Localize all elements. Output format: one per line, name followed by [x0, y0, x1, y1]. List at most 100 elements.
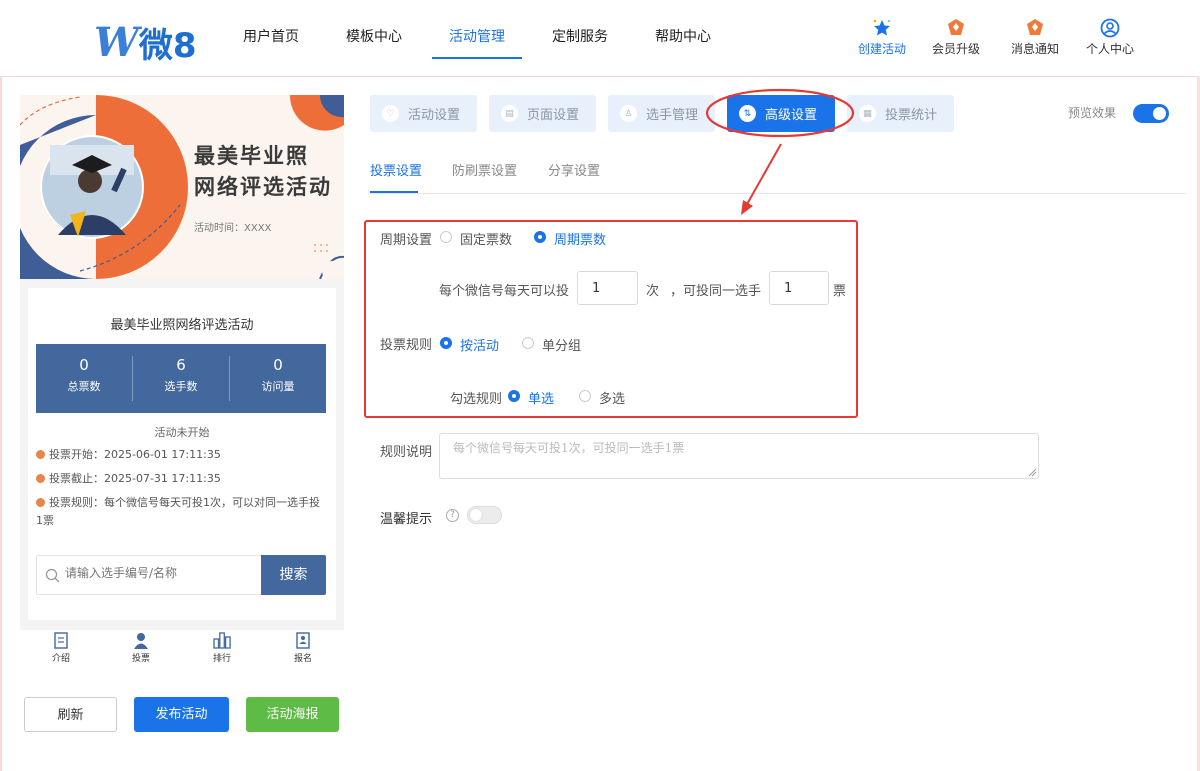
vip-upgrade-button[interactable]: 会员升级 [921, 18, 991, 57]
vote-end-text: 投票截止：2025-07-31 17:11:35 [49, 472, 221, 485]
rule-description-label: 规则说明 [380, 445, 433, 460]
vote-rule-text: 投票规则：每个微信号每天可投1次，可以对同一选手投1票 [36, 496, 320, 527]
tab-label: 活动设置 [408, 108, 461, 123]
tip-toggle[interactable] [467, 506, 502, 524]
profile-button[interactable]: 个人中心 [1075, 18, 1145, 57]
stats-icon: ▦ [859, 105, 876, 122]
tabbar-vote[interactable]: 投票 [121, 632, 161, 664]
page-icon: ▤ [501, 105, 518, 122]
tab-vote-statistics[interactable]: ▦ 投票统计 [847, 95, 954, 132]
document-icon [54, 632, 68, 649]
tabbar-intro-label: 介绍 [51, 654, 70, 664]
help-question-icon[interactable]: ? [446, 509, 459, 522]
stat-value: 6 [176, 356, 186, 374]
nav-activity-management[interactable]: 活动管理 [449, 26, 505, 46]
tab-label: 页面设置 [527, 108, 580, 123]
create-activity-button[interactable]: 创建活动 [847, 18, 917, 57]
banner-title-line2: 网络评选活动 [194, 175, 332, 199]
preview-toggle-label: 预览效果 [1068, 106, 1117, 120]
bullet-dot [36, 450, 45, 459]
tab-advanced-settings[interactable]: ⇅ 高级设置 [727, 95, 835, 132]
preview-banner: 最美毕业照 网络评选活动 活动时间：XXXX [20, 95, 344, 279]
top-header: W 微8 用户首页 模板中心 活动管理 定制服务 帮助中心 创建活动 会员升级 … [0, 0, 1200, 76]
resize-handle-icon[interactable] [1028, 468, 1037, 477]
star-sparkle-icon [873, 19, 890, 36]
stats-panel: 0 总票数 6 选手数 0 访问量 [36, 344, 326, 413]
activity-poster-button[interactable]: 活动海报 [246, 697, 339, 732]
tab-page-settings[interactable]: ▤ 页面设置 [489, 95, 596, 132]
person-icon [134, 633, 148, 649]
stat-total-votes: 0 总票数 [36, 356, 133, 401]
nav-help[interactable]: 帮助中心 [655, 26, 711, 46]
logo-w-mark: W [94, 19, 139, 66]
tip-label: 温馨提示 [380, 512, 433, 527]
search-button[interactable]: 搜索 [261, 555, 326, 595]
banner-title: 最美毕业照 网络评选活动 [194, 141, 332, 203]
bullet-dot [36, 498, 45, 507]
logo-text: 微8 [138, 26, 197, 66]
stat-visits: 0 访问量 [230, 356, 326, 401]
preview-toggle[interactable] [1133, 104, 1169, 123]
vip-badge-icon [948, 19, 964, 35]
subtab-divider [370, 193, 1186, 194]
search-input[interactable] [65, 566, 255, 580]
refresh-button[interactable]: 刷新 [24, 697, 117, 732]
header-divider [0, 76, 1200, 77]
nav-custom-service[interactable]: 定制服务 [552, 26, 608, 46]
stat-label: 选手数 [164, 380, 198, 393]
tab-label: 高级设置 [765, 108, 818, 123]
annotation-arrow-line [745, 143, 782, 207]
activity-status: 活动未开始 [154, 426, 210, 439]
left-edge [0, 76, 2, 771]
tabbar-signup[interactable]: 报名 [283, 632, 323, 664]
tabbar-ranking-label: 排行 [212, 654, 231, 664]
mobile-preview: 最美毕业照 网络评选活动 活动时间：XXXX 最美毕业照网络评选活动 0 总票数… [20, 95, 344, 630]
profile-label: 个人中心 [1085, 42, 1134, 56]
stat-value: 0 [273, 356, 283, 374]
user-circle-icon [1100, 18, 1120, 38]
tabbar-vote-label: 投票 [131, 654, 150, 664]
rule-description-textarea[interactable]: 每个微信号每天可投1次，可投同一选手1票 [439, 433, 1039, 479]
search-icon [45, 568, 60, 583]
banner-time: 活动时间：XXXX [194, 223, 272, 234]
banner-title-line1: 最美毕业照 [194, 144, 309, 168]
nav-templates[interactable]: 模板中心 [346, 26, 402, 46]
logo[interactable]: W 微8 [94, 18, 197, 67]
activity-title: 最美毕业照网络评选活动 [110, 318, 254, 333]
stat-label: 总票数 [67, 380, 101, 393]
vote-rule-info: 投票规则：每个微信号每天可投1次，可以对同一选手投1票 [36, 494, 326, 530]
bullet-dot [36, 474, 45, 483]
activity-card: 最美毕业照网络评选活动 0 总票数 6 选手数 0 访问量 活动未开始 投票开始… [28, 288, 336, 620]
stat-label: 访问量 [261, 380, 295, 393]
signup-form-icon [296, 632, 310, 649]
subtab-vote-settings[interactable]: 投票设置 [370, 160, 422, 179]
subtab-share-settings[interactable]: 分享设置 [548, 160, 600, 179]
notifications-button[interactable]: 消息通知 [1000, 18, 1070, 57]
tab-label: 选手管理 [646, 108, 699, 123]
nav-home[interactable]: 用户首页 [243, 26, 299, 46]
vote-start-info: 投票开始：2025-06-01 17:11:35 [36, 446, 326, 464]
tabbar-signup-label: 报名 [293, 654, 312, 664]
vote-start-text: 投票开始：2025-06-01 17:11:35 [49, 448, 221, 461]
bar-chart-icon [213, 632, 231, 649]
vip-upgrade-label: 会员升级 [931, 42, 980, 56]
create-activity-label: 创建活动 [857, 42, 906, 56]
publish-activity-button[interactable]: 发布活动 [134, 697, 229, 732]
nav-active-indicator [432, 57, 522, 59]
tab-player-management[interactable]: ♙ 选手管理 [608, 95, 715, 132]
annotation-arrow-head [741, 200, 753, 215]
tab-activity-settings[interactable]: ♡ 活动设置 [370, 95, 477, 132]
bell-badge-icon [1027, 19, 1043, 35]
user-icon: ♙ [620, 105, 637, 122]
tab-label: 投票统计 [885, 108, 938, 123]
tabbar-intro[interactable]: 介绍 [41, 632, 81, 664]
subtab-anti-fraud-settings[interactable]: 防刷票设置 [452, 160, 517, 179]
annotation-highlight-box [364, 220, 858, 418]
stat-value: 0 [79, 356, 89, 374]
vote-end-info: 投票截止：2025-07-31 17:11:35 [36, 470, 326, 488]
sliders-icon: ⇅ [739, 105, 756, 122]
heart-icon: ♡ [382, 105, 399, 122]
preview-tabbar: 介绍 投票 排行 报名 [20, 630, 344, 668]
stat-players: 6 选手数 [133, 356, 230, 401]
tabbar-ranking[interactable]: 排行 [202, 632, 242, 664]
